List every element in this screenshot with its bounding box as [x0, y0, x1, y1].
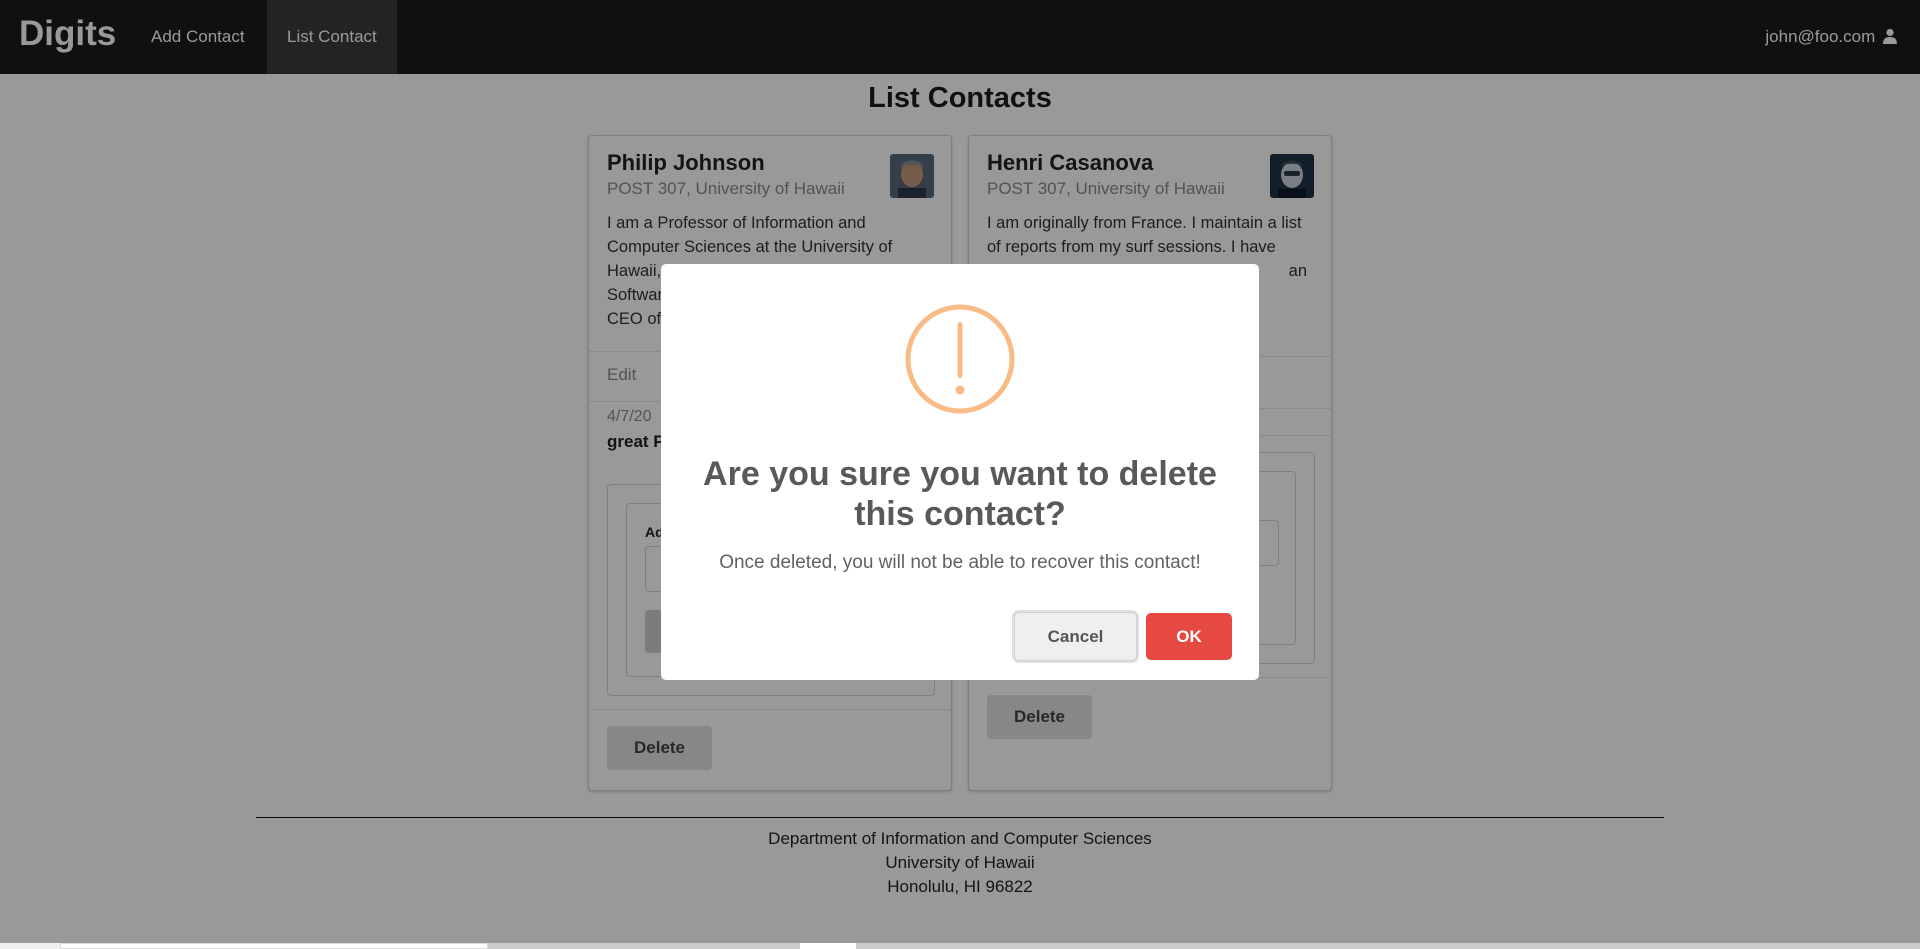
ok-button[interactable]: OK	[1146, 613, 1232, 660]
scrollbar-segment	[60, 943, 488, 949]
scrollbar-segment	[488, 943, 800, 949]
cancel-button[interactable]: Cancel	[1014, 612, 1137, 661]
scrollbar-segment	[856, 943, 1920, 949]
dialog-title: Are you sure you want to delete this con…	[703, 455, 1217, 533]
app-root: Digits Add Contact List Contact john@foo…	[0, 0, 1920, 943]
warning-icon	[905, 304, 1015, 414]
delete-confirm-dialog: Are you sure you want to delete this con…	[661, 264, 1259, 680]
scrollbar-segment	[800, 943, 856, 949]
horizontal-scrollbar[interactable]	[0, 943, 1920, 949]
dialog-message: Once deleted, you will not be able to re…	[719, 552, 1201, 573]
